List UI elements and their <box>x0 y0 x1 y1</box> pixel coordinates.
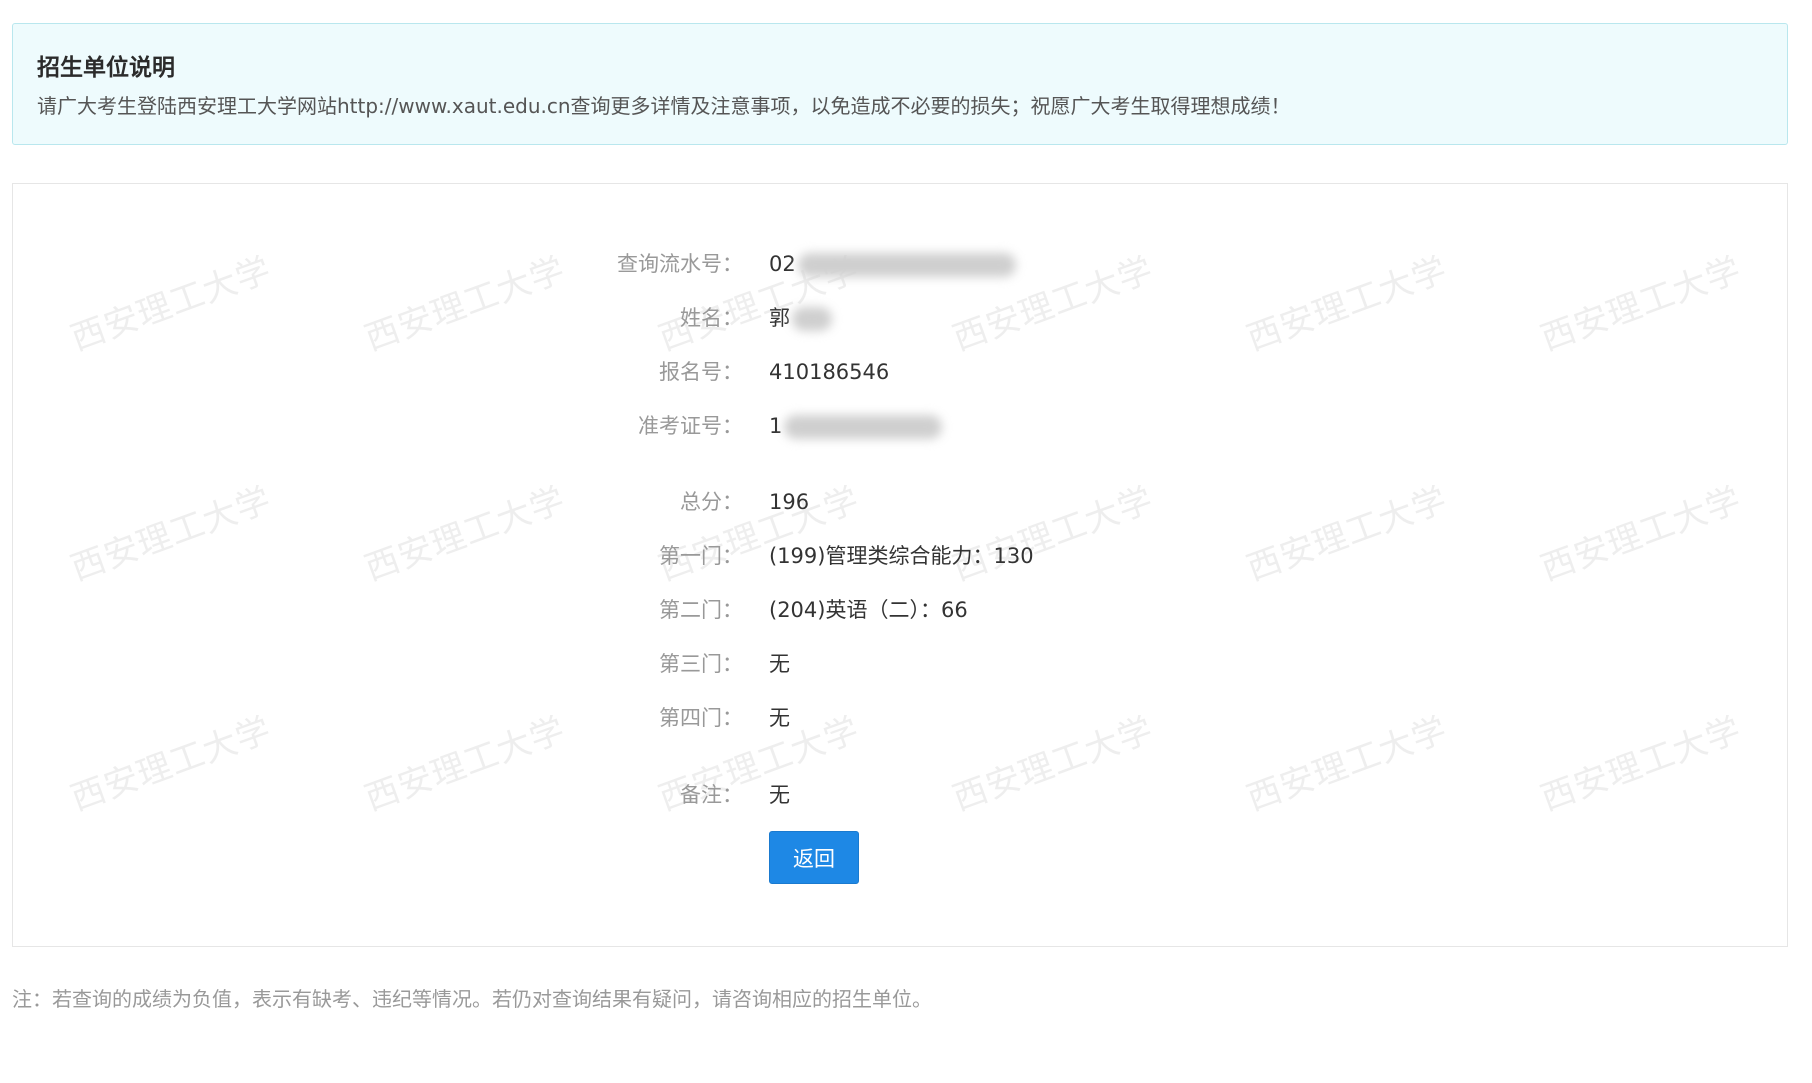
subject3-value: 无 <box>769 652 790 676</box>
notice-text: 请广大考生登陆西安理工大学网站http://www.xaut.edu.cn查询更… <box>37 94 1291 118</box>
subject1-value: (199)管理类综合能力：130 <box>769 544 1034 568</box>
score-result-panel: 西安理工大学 西安理工大学 西安理工大学 西安理工大学 西安理工大学 西安理工大学 西安理工… <box>12 183 1788 947</box>
redacted-name <box>792 307 832 331</box>
redacted-serial <box>797 253 1016 277</box>
remark-value: 无 <box>769 783 790 807</box>
name-label: 姓名： <box>680 306 743 330</box>
registration-label: 报名号： <box>659 360 743 384</box>
name-value: 郭 <box>769 303 832 333</box>
row-ticket: 准考证号： 1 <box>13 411 1787 441</box>
serial-value: 02 <box>769 249 1016 279</box>
row-subject4: 第四门： 无 <box>13 703 1787 733</box>
subject2-value: (204)英语（二）：66 <box>769 598 968 622</box>
row-total: 总分： 196 <box>13 487 1787 517</box>
serial-label: 查询流水号： <box>617 252 743 276</box>
redacted-ticket <box>784 415 943 439</box>
subject1-label: 第一门： <box>659 544 743 568</box>
subject3-label: 第三门： <box>659 652 743 676</box>
row-subject3: 第三门： 无 <box>13 649 1787 679</box>
ticket-value: 1 <box>769 411 943 441</box>
registration-value: 410186546 <box>769 360 890 384</box>
admission-unit-notice: 招生单位说明 请广大考生登陆西安理工大学网站http://www.xaut.ed… <box>12 23 1788 145</box>
row-remark: 备注： 无 <box>13 780 1787 810</box>
subject4-value: 无 <box>769 706 790 730</box>
row-name: 姓名： 郭 <box>13 303 1787 333</box>
row-registration: 报名号： 410186546 <box>13 357 1787 387</box>
row-subject1: 第一门： (199)管理类综合能力：130 <box>13 541 1787 571</box>
row-serial: 查询流水号： 02 <box>13 249 1787 279</box>
subject2-label: 第二门： <box>659 598 743 622</box>
subject4-label: 第四门： <box>659 706 743 730</box>
row-subject2: 第二门： (204)英语（二）：66 <box>13 595 1787 625</box>
remark-label: 备注： <box>680 783 743 807</box>
total-value: 196 <box>769 490 810 514</box>
footnote: 注：若查询的成绩为负值，表示有缺考、违纪等情况。若仍对查询结果有疑问，请咨询相应… <box>12 987 932 1011</box>
notice-title: 招生单位说明 <box>37 55 175 81</box>
total-label: 总分： <box>680 490 743 514</box>
back-button[interactable]: 返回 <box>769 831 859 884</box>
ticket-label: 准考证号： <box>638 414 743 438</box>
